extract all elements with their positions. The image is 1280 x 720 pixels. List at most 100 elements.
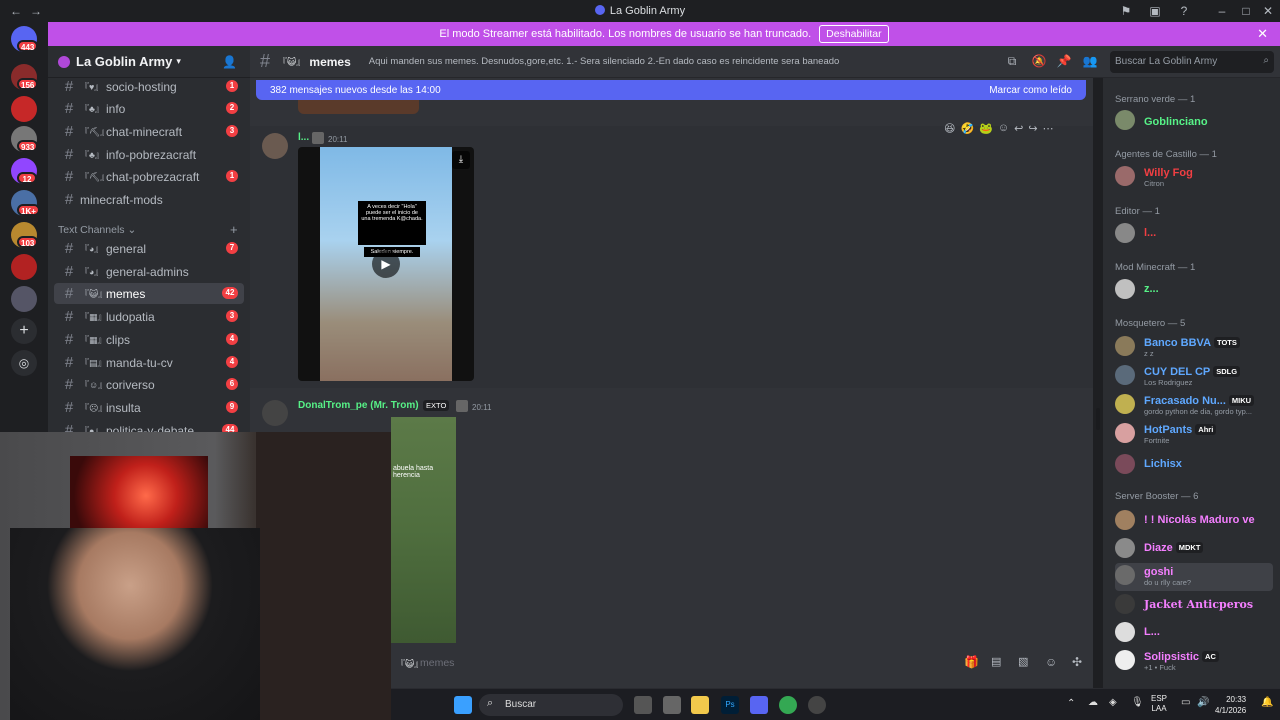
channel-general[interactable]: # 『◕』 general 7 [54,238,244,259]
app-icon[interactable] [808,696,826,714]
add-server-icon[interactable]: + [11,318,37,344]
new-messages-bar[interactable]: 382 mensajes nuevos desde las 14:00 Marc… [256,80,1086,100]
channel-minecraft-mods[interactable]: # minecraft-mods [54,189,244,210]
disable-streamer-button[interactable]: Deshabilitar [819,25,889,43]
unread-badge: 4 [226,356,238,368]
channel-chat-pobrezacraft[interactable]: # 『⛏』 chat-pobrezacraft 1 [54,166,244,187]
previous-image-attachment[interactable] [298,100,419,114]
chevron-up-icon[interactable]: ⌃ [1067,698,1075,709]
discover-icon[interactable]: ◎ [11,350,37,376]
member-name: Fracasado Nu... [1144,395,1226,407]
member-item[interactable]: Willy Fog Citron [1115,164,1275,192]
microphone-icon[interactable]: 🎙 [1131,697,1144,708]
channel-chat-minecraft[interactable]: # 『⛏』 chat-minecraft 3 [54,121,244,142]
gif-icon[interactable]: ▤ [991,655,1001,668]
tray-icon[interactable]: ☁ [1088,697,1098,708]
member-item[interactable]: Banco BBVA TOTS z z [1115,334,1275,362]
taskbar-search-label: Buscar [505,699,537,710]
channel-manda-tu-cv[interactable]: # 『▤』 manda-tu-cv 4 [54,352,244,373]
download-icon[interactable]: ⤓ [452,151,470,169]
channel-insulta[interactable]: # 『☹』 insulta 9 [54,397,244,418]
member-item[interactable]: Jacket Anticperos [1115,592,1275,620]
gift-icon[interactable]: 🎁 [964,655,979,669]
wardrobe [256,432,391,720]
close-window-icon[interactable]: ✕ [1258,2,1278,20]
hash-icon: # [64,399,74,416]
tray-icon[interactable]: ◈ [1109,697,1117,708]
notification-icon[interactable]: 🔔 [1261,697,1273,708]
clock[interactable]: 20:33 4/1/2026 [1215,694,1246,716]
member-item[interactable]: CUY DEL CP SDLG Los Rodriguez [1115,363,1275,391]
channel-topic[interactable]: Aqui manden sus memes. Desnudos,gore,etc… [369,56,840,67]
server-icon-8[interactable] [11,286,37,312]
apps-icon[interactable]: ✣ [1072,655,1082,669]
avatar[interactable] [262,133,288,159]
pin-icon[interactable]: 📌 [1056,54,1072,70]
avatar[interactable] [262,400,288,426]
member-item[interactable]: Solipsistic AC +1 • Fuck [1115,648,1275,676]
member-item[interactable]: l... [1115,221,1275,249]
reply-icon[interactable]: ↩ [1014,122,1023,140]
channel-ludopatia[interactable]: # 『▦』 ludopatia 3 [54,306,244,327]
invite-icon[interactable]: 👤 [222,55,237,69]
file-explorer-icon[interactable] [691,696,709,714]
channel-clips[interactable]: # 『▦』 clips 4 [54,329,244,350]
channel-info-pobrezacraft[interactable]: # 『♣』 info-pobrezacraft [54,144,244,165]
channel-coriverso[interactable]: # 『☺』 coriverso 6 [54,374,244,395]
server-icon-2[interactable] [11,96,37,122]
mute-icon[interactable]: 🔕 [1031,54,1047,70]
language-indicator[interactable]: ESP LAA [1151,694,1167,714]
task-view-icon[interactable] [634,696,652,714]
channel-general-admins[interactable]: # 『◕』 general-admins [54,261,244,282]
app-icon[interactable] [663,696,681,714]
member-item[interactable]: ! ! Nicolás Maduro ve [1115,508,1275,536]
add-reaction-icon[interactable]: ☺ [998,122,1009,140]
play-icon[interactable]: ▶ [372,250,400,278]
message-composer[interactable]: 『😺』 memes 🎁 ▤ ▧ ☺ ✣ [390,650,1093,676]
category-text-channels[interactable]: Text Channels ⌄ [58,224,136,236]
volume-icon[interactable]: 🔊 [1197,697,1209,708]
video-attachment[interactable]: A veces decir "Hola" puede ser el inicio… [298,147,474,381]
add-channel-icon[interactable]: + [230,222,238,237]
server-header[interactable]: La Goblin Army ▾ 👤 [48,46,250,78]
screen-icon[interactable]: ▣ [1145,2,1165,20]
message-author[interactable]: DonalTrom_pe (Mr. Trom) [298,400,419,411]
image-attachment[interactable]: abuela hasta herencia [391,417,456,643]
more-options-icon[interactable]: ⋯ [1043,122,1054,140]
channel-info[interactable]: # 『♣』 info 2 [54,98,244,119]
help-icon[interactable]: ? [1174,2,1194,20]
inbox-icon[interactable]: ⚑ [1116,2,1136,20]
members-icon[interactable]: 👥 [1082,54,1098,70]
member-item[interactable]: z... [1115,277,1275,305]
server-icon-7[interactable] [11,254,37,280]
member-item[interactable]: goshi do u rlly care? [1115,563,1273,591]
network-icon[interactable]: ▭ [1181,697,1190,708]
search-input[interactable]: Buscar La Goblin Army ⌕ [1110,51,1274,73]
forward-icon[interactable]: ↪ [1028,122,1037,140]
member-item[interactable]: Fracasado Nu... MIKU gordo python de dia, … [1115,392,1275,420]
discord-icon[interactable] [750,696,768,714]
chrome-icon[interactable] [779,696,797,714]
maximize-icon[interactable]: □ [1236,2,1256,20]
member-item[interactable]: Goblinciano [1115,108,1275,136]
reaction-emoji-icon[interactable]: 😆 [944,122,955,140]
mark-read-button[interactable]: Marcar como leído [989,85,1072,96]
sticker-icon[interactable]: ▧ [1018,655,1028,668]
photoshop-icon[interactable]: Ps [721,696,739,714]
start-icon[interactable] [454,696,472,714]
close-icon[interactable]: ✕ [1257,26,1268,42]
emoji-icon[interactable]: ☺ [1045,655,1057,669]
reaction-emoji-icon[interactable]: 🤣 [960,122,974,140]
taskbar-search[interactable]: ⌕ Buscar [479,694,623,716]
member-item[interactable]: Lichisx [1115,452,1275,480]
member-item[interactable]: Diaze MDKT [1115,536,1275,564]
reaction-emoji-icon[interactable]: 🐸 [979,122,993,140]
member-item[interactable]: HotPants Ahri Fortnite [1115,421,1275,449]
threads-icon[interactable]: ⧉ [1004,54,1020,70]
message-author[interactable]: l... [298,132,309,143]
channel-socio-hosting[interactable]: # 『♥』 socio-hosting 1 [54,76,244,97]
minimize-icon[interactable]: – [1212,2,1232,20]
channel-memes[interactable]: # 『😺』 memes 42 [54,283,244,304]
scrollbar[interactable] [1096,408,1100,430]
member-item[interactable]: L... [1115,620,1275,648]
